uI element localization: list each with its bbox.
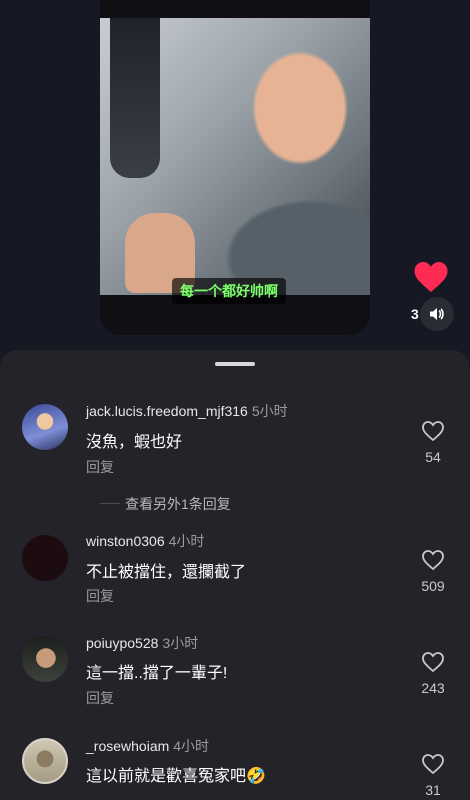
video-subtitle: 每一个都好帅啊	[172, 278, 286, 304]
video-area: 每一个都好帅啊 3	[0, 0, 470, 350]
video-player[interactable]: 每一个都好帅啊	[100, 0, 370, 335]
comment-time: 3小时	[162, 635, 199, 651]
view-more-replies[interactable]: 查看另外1条回复	[0, 494, 470, 514]
speaker-icon	[430, 308, 444, 320]
avatar[interactable]	[22, 404, 68, 450]
comment-username[interactable]: winston0306 4小时	[86, 531, 204, 551]
comment-username[interactable]: _rosewhoiam 4小时	[86, 736, 209, 756]
comment-like-count: 243	[421, 680, 445, 696]
sound-button[interactable]	[420, 297, 454, 331]
heart-outline-icon[interactable]	[421, 753, 445, 775]
comment-text: 不止被擋住，還攔截了	[86, 564, 247, 581]
avatar[interactable]	[22, 535, 68, 581]
comment-text: 沒魚，蝦也好	[86, 434, 183, 451]
avatar[interactable]	[22, 738, 68, 784]
comment-text: 這以前就是歡喜冤家吧🤣	[86, 768, 266, 785]
heart-outline-icon[interactable]	[421, 549, 445, 571]
comment-like-count: 54	[425, 449, 441, 465]
comment-username[interactable]: poiuypo528 3小时	[86, 633, 198, 653]
divider	[100, 503, 120, 504]
reply-button[interactable]: 回复	[86, 586, 114, 606]
comment-like-count: 509	[421, 578, 445, 594]
comment-time: 5小时	[251, 403, 288, 419]
avatar[interactable]	[22, 636, 68, 682]
heart-outline-icon[interactable]	[421, 420, 445, 442]
video-frame: 每一个都好帅啊	[100, 18, 370, 304]
comment-time: 4小时	[173, 738, 210, 754]
comment-username[interactable]: jack.lucis.freedom_mjf316 5小时	[86, 401, 288, 421]
reply-button[interactable]: 回复	[86, 688, 114, 708]
comment-time: 4小时	[168, 533, 205, 549]
comments-sheet: jack.lucis.freedom_mjf316 5小时 沒魚，蝦也好 回复 5…	[0, 350, 470, 800]
reply-button[interactable]: 回复	[86, 457, 114, 477]
heart-outline-icon[interactable]	[421, 651, 445, 673]
sheet-drag-handle[interactable]	[215, 362, 255, 366]
view-more-replies-label: 查看另外1条回复	[125, 496, 231, 512]
comment-text: 這一擋..擋了一輩子!	[86, 665, 228, 682]
heart-icon[interactable]	[413, 260, 449, 294]
video-like-count: 3	[411, 306, 419, 322]
comment-like-count: 31	[425, 782, 441, 798]
video-background-figure	[110, 18, 160, 178]
